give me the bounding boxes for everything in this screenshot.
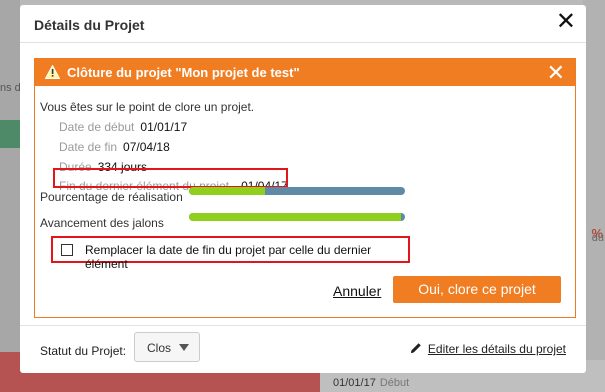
confirm-close-button[interactable]: Oui, clore ce projet: [393, 276, 561, 303]
dialog-header: Détails du Projet ✕: [20, 5, 586, 43]
close-project-modal: Clôture du projet "Mon projet de test" ✕…: [34, 58, 576, 318]
dialog-footer: Statut du Projet: Clos Editer les détail…: [20, 325, 586, 365]
field-end-date: Date de fin 07/04/18: [59, 140, 170, 154]
statut-select-value: Clos: [147, 341, 172, 355]
replace-end-date-checkbox[interactable]: [61, 244, 73, 256]
statut-label: Statut du Projet:: [40, 344, 127, 358]
field-start-date: Date de début 01/01/17: [59, 120, 187, 134]
background-green-block: [0, 120, 20, 148]
modal-body: Vous êtes sur le point de clore un proje…: [35, 86, 575, 318]
field-value: 01/01/17: [140, 120, 188, 134]
milestones-label: Avancement des jalons: [40, 216, 164, 230]
completion-progress-bar: [189, 187, 405, 195]
milestones-progress-fill: [189, 213, 401, 221]
edit-details-label: Editer les détails du projet: [427, 342, 566, 356]
dialog-title: Détails du Projet: [34, 17, 145, 33]
background-right-strip: [583, 0, 605, 392]
field-value: 07/04/18: [123, 140, 170, 154]
cancel-button[interactable]: Annuler: [333, 283, 381, 299]
background-left-text: ns d: [0, 82, 21, 94]
last-element-highlight: [53, 168, 288, 188]
warning-icon: [44, 64, 61, 82]
close-icon[interactable]: ✕: [556, 9, 576, 35]
bottom-date-label: Début: [379, 377, 410, 389]
field-label: Date de début: [59, 120, 135, 134]
pencil-icon: [410, 342, 422, 357]
replace-end-date-label[interactable]: Remplacer la date de fin du projet par c…: [85, 243, 408, 271]
edit-details-link[interactable]: Editer les détails du projet: [410, 342, 566, 357]
field-label: Date de fin: [59, 140, 118, 154]
replace-end-date-option: Remplacer la date de fin du projet par c…: [51, 236, 410, 271]
completion-label: Pourcentage de réalisation: [40, 190, 183, 204]
caret-down-icon: [179, 344, 189, 351]
statut-select[interactable]: Clos: [134, 332, 200, 362]
background-left-strip: [0, 0, 20, 392]
modal-header: Clôture du projet "Mon projet de test" ✕: [35, 59, 575, 86]
completion-progress-fill: [189, 187, 265, 195]
background-right-text: du: [591, 232, 604, 244]
modal-close-icon[interactable]: ✕: [547, 59, 565, 86]
bottom-date-value: 01/01/17: [333, 377, 376, 389]
background-bottom-date: 01/01/17 Début: [333, 377, 409, 389]
intro-text: Vous êtes sur le point de clore un proje…: [40, 100, 255, 114]
milestones-progress-bar: [189, 213, 405, 221]
modal-title: Clôture du projet "Mon projet de test": [67, 65, 300, 80]
